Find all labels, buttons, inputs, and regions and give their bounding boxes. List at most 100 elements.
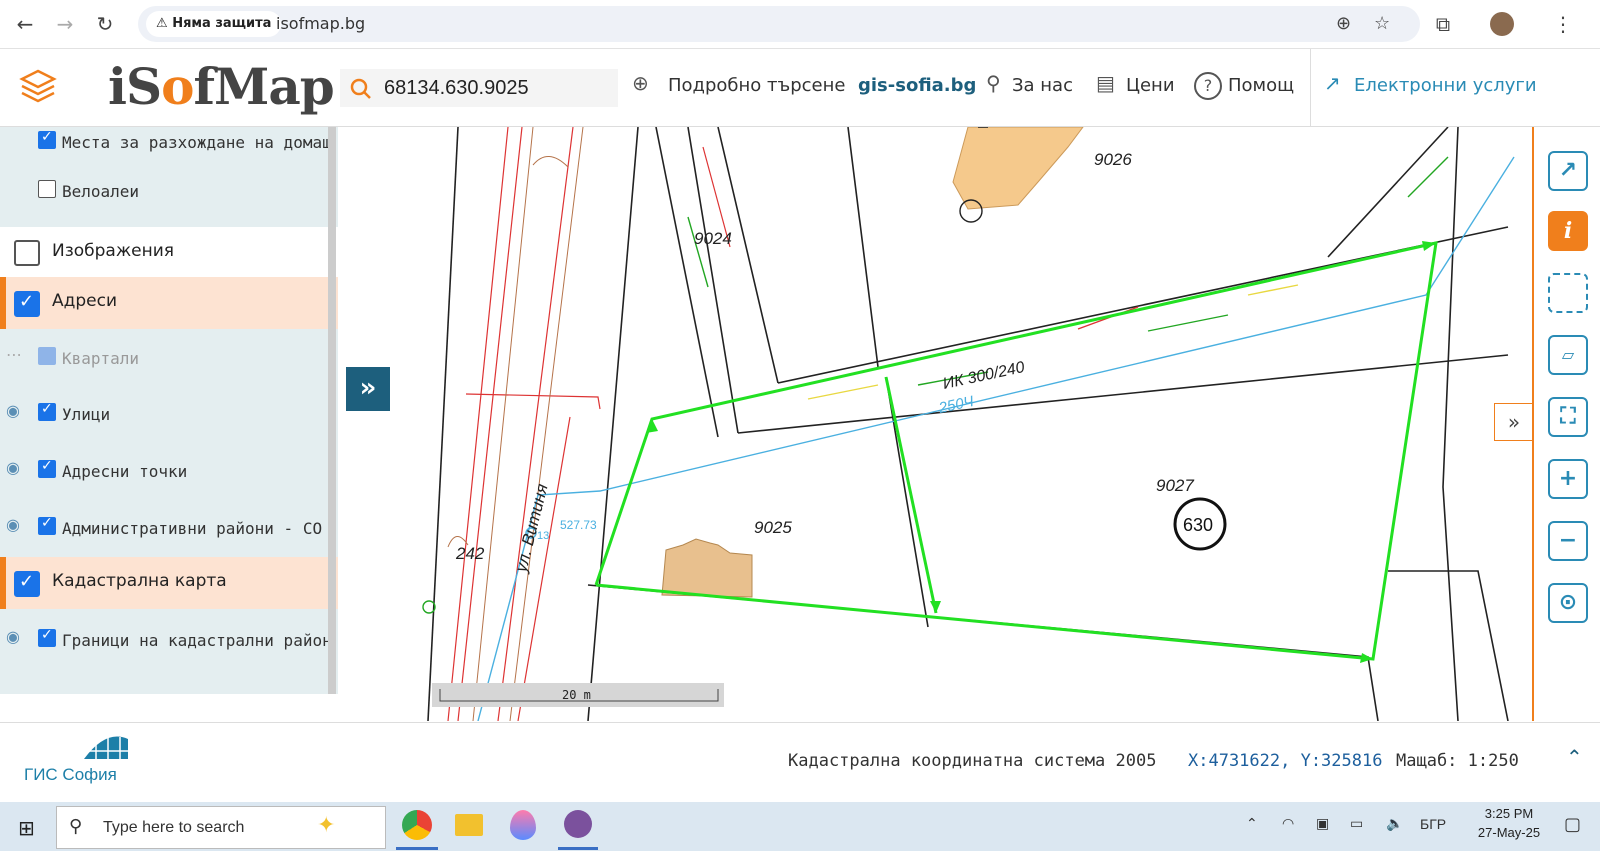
chevron-up-icon[interactable]: ⌃ <box>1566 745 1583 769</box>
gis-sofia-logo-text: ГИС София <box>24 765 117 784</box>
eservices-link[interactable]: Електронни услуги <box>1354 75 1537 96</box>
measure-ruler-icon[interactable]: ▱ <box>1548 335 1588 375</box>
about-link[interactable]: За нас <box>1012 75 1073 96</box>
building-9025[interactable] <box>661 538 753 598</box>
taskbar-search-input[interactable]: ⚲ Type here to search ✦ <box>56 806 386 849</box>
eye-icon[interactable]: ◉ <box>6 627 20 646</box>
external-link-icon[interactable]: ↗ <box>1548 151 1588 191</box>
search-icon: ⚲ <box>69 816 83 837</box>
checkbox-streets[interactable] <box>38 401 56 421</box>
road-brown-lines <box>447 127 584 721</box>
map-scale-label: Мащаб: 1:250 <box>1396 751 1519 771</box>
map-canvas[interactable]: 9026 9024 9025 9027 630 242 ул. Витиня И… <box>338 127 1522 721</box>
toolbar-toggle-button[interactable]: » <box>1494 403 1534 441</box>
checkbox-cadastral-borders[interactable] <box>38 627 56 647</box>
checkbox-addresses[interactable] <box>14 291 40 317</box>
panel-scrollbar[interactable] <box>328 127 336 694</box>
back-icon[interactable]: ← <box>10 9 40 39</box>
search-value[interactable]: 68134.630.9025 <box>384 69 529 107</box>
cadastral-map[interactable]: 9026 9024 9025 9027 630 242 ул. Витиня И… <box>338 127 1522 721</box>
checkbox-places[interactable] <box>38 129 56 149</box>
gis-sofia-link[interactable]: gis-sofia.bg <box>858 75 976 96</box>
prices-link[interactable]: Цени <box>1126 75 1175 96</box>
map-toolbar: ↗ i ▱ ⛶ + − ⊙ <box>1532 127 1600 721</box>
external-link-icon: ↗ <box>1324 71 1341 95</box>
info-icon[interactable]: i <box>1548 211 1588 251</box>
checkbox-images[interactable] <box>14 240 40 266</box>
isofmap-logo[interactable]: iSofMap <box>108 57 335 116</box>
zoom-out-icon[interactable]: − <box>1548 521 1588 561</box>
security-chip[interactable]: ⚠ Няма защита <box>146 11 282 37</box>
parcel-label-9026: 9026 <box>1094 150 1132 169</box>
taskbar-search-placeholder: Type here to search <box>103 819 245 836</box>
eye-icon[interactable]: ◉ <box>6 458 20 477</box>
pipe-label-250: 250Ч <box>936 393 976 417</box>
zoom-search-icon[interactable]: ⊕ <box>632 71 649 95</box>
extensions-icon[interactable]: ⧉ <box>1428 9 1458 39</box>
locate-icon[interactable]: ⊙ <box>1548 583 1588 623</box>
layer-group-addresses[interactable]: Адреси <box>0 277 338 329</box>
checkbox-address-points[interactable] <box>38 458 56 478</box>
meet-now-icon[interactable]: ▣ <box>1316 816 1329 832</box>
layer-group-cadastral[interactable]: Кадастрална карта <box>0 557 338 609</box>
eye-icon[interactable]: ◉ <box>6 401 20 420</box>
selected-parcel-outline[interactable] <box>594 241 1438 661</box>
address-bar[interactable]: ⚠ Няма защита isofmap.bg ⊕ ☆ <box>138 6 1420 42</box>
expand-panel-button[interactable]: » <box>346 367 390 411</box>
browser-toolbar: ← → ↻ ⚠ Няма защита isofmap.bg ⊕ ☆ ⧉ ⋮ <box>0 0 1600 49</box>
app-droplet-icon[interactable] <box>510 810 536 840</box>
app-header: iSofMap 68134.630.9025 ⊕ Подробно търсен… <box>0 49 1600 127</box>
road-red-lines <box>447 127 731 721</box>
windows-taskbar: ⊞ ⚲ Type here to search ✦ ⌃ ◠ ▣ ▭ 🔈 БГР … <box>0 802 1600 851</box>
fullscreen-icon[interactable]: ⛶ <box>1548 397 1588 437</box>
pipe-label-ik: ИК 300/240 <box>941 359 1026 393</box>
checkbox-admin-districts[interactable] <box>38 515 56 535</box>
search-input[interactable]: 68134.630.9025 <box>340 69 618 107</box>
battery-icon[interactable]: ▭ <box>1350 816 1363 832</box>
show-hidden-icons-icon[interactable]: ⌃ <box>1246 816 1258 832</box>
active-app-indicator <box>396 847 438 850</box>
forward-icon[interactable]: → <box>50 9 80 39</box>
zoom-in-icon[interactable]: + <box>1548 459 1588 499</box>
help-link[interactable]: Помощ <box>1228 75 1294 96</box>
checkbox-bikes[interactable] <box>38 180 56 198</box>
eye-icon[interactable]: ◉ <box>6 515 20 534</box>
parcel-label-9027: 9027 <box>1156 476 1194 495</box>
header-divider <box>1310 49 1311 126</box>
select-area-icon[interactable] <box>1548 273 1588 313</box>
map-footer: ГИС София Кадастрална координатна систем… <box>0 722 1600 803</box>
wifi-icon[interactable]: ◠ <box>1282 816 1294 832</box>
notifications-icon[interactable]: ▢ <box>1564 814 1581 835</box>
checkbox-quarters[interactable] <box>38 347 56 365</box>
layer-label-cadastral-borders: Граници на кадастрални район <box>62 631 332 650</box>
url-text[interactable]: isofmap.bg <box>276 6 365 42</box>
zoom-icon[interactable]: ⊕ <box>1336 6 1351 42</box>
group-label-addresses: Адреси <box>52 291 118 311</box>
windows-start-icon[interactable]: ⊞ <box>18 816 35 840</box>
elevation-label: 527.73 <box>560 518 597 532</box>
profile-avatar[interactable] <box>1490 12 1514 36</box>
layer-group-images[interactable]: Изображения <box>0 227 338 277</box>
chrome-icon[interactable] <box>402 810 432 840</box>
group-label-cadastral: Кадастрална карта <box>52 571 227 591</box>
clock-time: 3:25 PM <box>1484 806 1534 821</box>
layers-icon[interactable] <box>18 67 58 107</box>
clock[interactable]: 3:25 PM 27-May-25 <box>1474 806 1544 840</box>
file-explorer-icon[interactable] <box>455 814 483 836</box>
parcel-label-9024: 9024 <box>694 229 732 248</box>
help-icon: ? <box>1194 72 1222 100</box>
layer-label-admin-districts: Административни райони - СО <box>62 519 323 538</box>
advanced-search-link[interactable]: Подробно търсене <box>668 75 845 96</box>
volume-icon[interactable]: 🔈 <box>1386 816 1403 832</box>
sparkle-icon: ✦ <box>317 813 336 838</box>
language-indicator[interactable]: БГР <box>1420 816 1446 832</box>
checkbox-cadastral[interactable] <box>14 571 40 597</box>
more-menu-icon[interactable]: ⋮ <box>1548 9 1578 39</box>
viber-icon[interactable] <box>564 810 592 838</box>
clock-date: 27-May-25 <box>1477 825 1541 840</box>
water-pipe <box>477 156 1515 721</box>
layer-label-places: Места за разхождане на домаш <box>62 133 332 152</box>
building-9026[interactable] <box>952 127 1084 210</box>
bookmark-star-icon[interactable]: ☆ <box>1374 6 1390 42</box>
reload-icon[interactable]: ↻ <box>90 9 120 39</box>
